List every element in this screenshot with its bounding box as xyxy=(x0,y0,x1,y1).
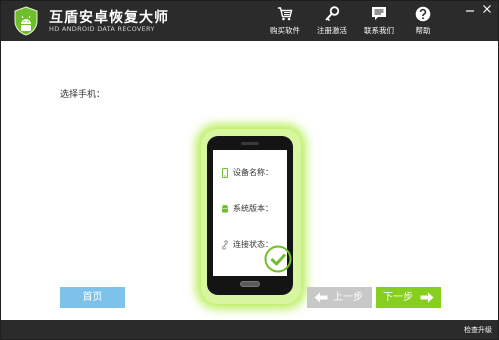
minimize-icon xyxy=(466,10,474,12)
arrow-left-icon xyxy=(314,292,328,303)
help-icon xyxy=(415,6,431,22)
nav-help[interactable]: 帮助 xyxy=(401,6,445,38)
nav-buy-software[interactable]: 购买软件 xyxy=(263,6,307,38)
nav-label: 联系我们 xyxy=(364,26,394,35)
check-update-link[interactable]: 检查升级 xyxy=(464,325,492,335)
title-bar: 互盾安卓恢复大师 HD ANDROID DATA RECOVERY 购买软件 注… xyxy=(1,1,498,41)
app-title: 互盾安卓恢复大师 xyxy=(49,10,169,26)
next-step-label: 下一步 xyxy=(383,292,413,303)
link-icon xyxy=(222,240,228,250)
status-bar: 检查升级 xyxy=(1,320,498,339)
home-button[interactable]: 首页 xyxy=(60,287,125,308)
prev-step-button[interactable]: 上一步 xyxy=(307,287,372,308)
close-icon xyxy=(483,5,491,13)
arrow-right-icon xyxy=(420,292,434,303)
nav-label: 购买软件 xyxy=(270,26,300,35)
check-circle-icon xyxy=(264,245,292,273)
key-icon xyxy=(325,6,340,22)
android-icon xyxy=(222,204,228,213)
shield-android-logo-icon xyxy=(14,6,38,36)
nav-label: 帮助 xyxy=(415,26,431,35)
phone-speaker xyxy=(241,142,259,145)
cart-icon xyxy=(278,7,293,21)
phone-device-card[interactable]: 设备名称： 系统版本： 连接状态： xyxy=(207,136,293,295)
nav-contact[interactable]: 联系我们 xyxy=(357,6,401,38)
select-phone-label: 选择手机： xyxy=(60,90,106,100)
app-window: 互盾安卓恢复大师 HD ANDROID DATA RECOVERY 购买软件 注… xyxy=(0,0,499,340)
prev-step-label: 上一步 xyxy=(333,292,363,303)
phone-icon xyxy=(222,168,228,178)
device-name-label: 设备名称： xyxy=(233,168,273,177)
main-content: 选择手机： 设备名称： 系统版本： 连接状态： 首页 上一步 下一步 xyxy=(1,41,498,320)
close-button[interactable] xyxy=(480,3,494,15)
phone-screen: 设备名称： 系统版本： 连接状态： xyxy=(213,150,292,276)
phone-home-button xyxy=(240,281,260,287)
system-version-label: 系统版本： xyxy=(233,204,273,213)
nav-register[interactable]: 注册激活 xyxy=(310,6,354,38)
minimize-button[interactable] xyxy=(463,3,477,15)
nav-label: 注册激活 xyxy=(317,26,347,35)
app-subtitle: HD ANDROID DATA RECOVERY xyxy=(49,25,155,33)
next-step-button[interactable]: 下一步 xyxy=(376,287,441,308)
chat-icon xyxy=(372,7,386,20)
